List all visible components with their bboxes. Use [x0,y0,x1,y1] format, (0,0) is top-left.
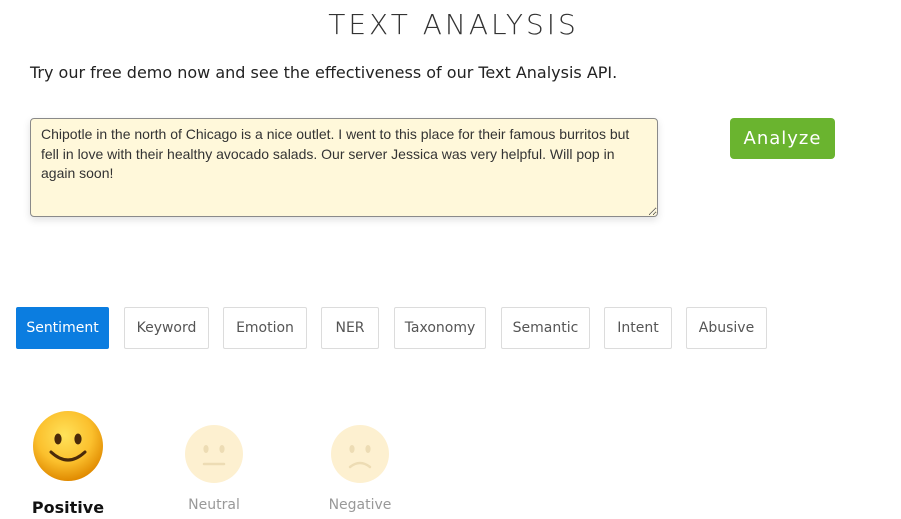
page-subtitle: Try our free demo now and see the effect… [30,63,618,82]
sentiment-negative: Negative [310,424,410,513]
tab-taxonomy[interactable]: Taxonomy [394,307,486,349]
sentiment-negative-label: Negative [328,497,392,513]
analyze-button[interactable]: Analyze [730,118,835,159]
page-title: TEXT ANALYSIS [328,8,579,41]
tab-intent[interactable]: Intent [604,307,672,349]
tab-keyword[interactable]: Keyword [124,307,209,349]
tab-ner[interactable]: NER [321,307,379,349]
tab-emotion[interactable]: Emotion [223,307,307,349]
sentiment-neutral-label: Neutral [188,497,240,513]
frowning-face-icon [330,424,390,484]
tab-semantic[interactable]: Semantic [501,307,590,349]
sentiment-positive-label: Positive [31,498,105,517]
sentiment-positive: Positive [18,410,118,517]
tab-abusive[interactable]: Abusive [686,307,767,349]
sentiment-neutral: Neutral [164,424,264,513]
text-input[interactable]: Chipotle in the north of Chicago is a ni… [30,118,658,217]
neutral-face-icon [184,424,244,484]
tab-sentiment[interactable]: Sentiment [16,307,109,349]
smiling-face-icon [32,410,104,482]
